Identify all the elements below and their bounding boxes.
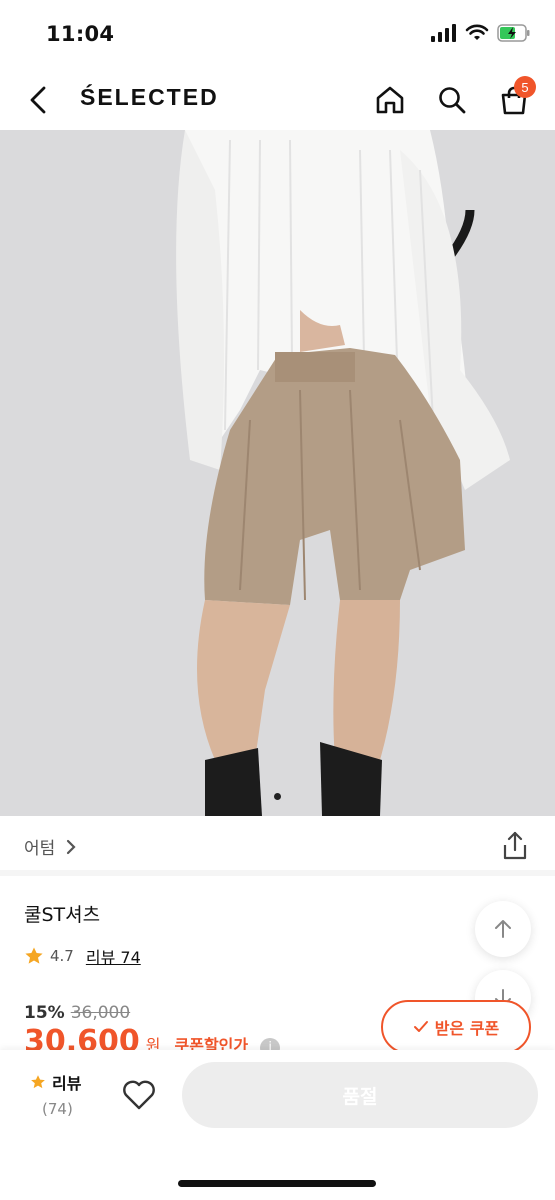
- scroll-top-button[interactable]: [475, 901, 531, 957]
- wishlist-button[interactable]: [120, 1076, 158, 1114]
- nav-bar: ŚELECTED 5: [0, 70, 555, 130]
- image-carousel-indicator: [274, 793, 281, 800]
- price-row: 15% 36,000: [24, 1003, 130, 1023]
- home-icon: [376, 86, 404, 114]
- signal-icon: [431, 24, 456, 42]
- category-label: 어텀: [24, 839, 56, 859]
- original-price: 36,000: [70, 1003, 131, 1023]
- check-icon: [413, 1021, 428, 1032]
- bottom-action-bar: 리뷰 (74) 품절: [0, 1050, 555, 1200]
- bottom-review-count: (74): [42, 1100, 73, 1118]
- sold-out-button[interactable]: 품절: [182, 1062, 538, 1128]
- discount-rate: 15%: [24, 1003, 65, 1023]
- status-bar: 11:04: [0, 0, 555, 70]
- heart-icon: [123, 1080, 155, 1110]
- coupon-button-label: 받은 쿠폰: [434, 1019, 500, 1038]
- search-button[interactable]: [432, 80, 472, 120]
- cart-button[interactable]: 5: [494, 76, 536, 120]
- status-icons: [431, 24, 531, 42]
- wifi-icon: [465, 24, 489, 40]
- status-time: 11:04: [46, 22, 115, 46]
- star-icon: [25, 947, 43, 964]
- cart-count-badge: 5: [514, 76, 536, 98]
- rating-score: 4.7: [50, 947, 74, 965]
- product-name: 쿨ST셔츠: [24, 904, 101, 926]
- share-button[interactable]: [501, 830, 529, 862]
- share-icon: [503, 831, 527, 860]
- star-icon: [31, 1075, 45, 1089]
- brand-logo[interactable]: ŚELECTED: [80, 84, 219, 111]
- bottom-review-link[interactable]: 리뷰: [30, 1070, 81, 1094]
- rating-row: 4.7 리뷰 74: [24, 944, 141, 968]
- chevron-left-icon: [30, 86, 46, 114]
- bottom-review-label: 리뷰: [52, 1074, 82, 1093]
- chevron-right-icon: [67, 839, 76, 854]
- back-button[interactable]: [24, 82, 56, 118]
- product-image[interactable]: [0, 130, 555, 816]
- home-indicator: [178, 1180, 376, 1187]
- category-link[interactable]: 어텀: [24, 834, 77, 859]
- product-photo: [0, 130, 555, 816]
- coupon-button[interactable]: 받은 쿠폰: [381, 1000, 531, 1054]
- home-button[interactable]: [370, 80, 410, 120]
- battery-charging-icon: [497, 24, 530, 42]
- arrow-up-icon: [495, 920, 511, 938]
- section-divider: [0, 870, 555, 876]
- review-link[interactable]: 리뷰 74: [86, 944, 141, 968]
- search-icon: [439, 87, 466, 114]
